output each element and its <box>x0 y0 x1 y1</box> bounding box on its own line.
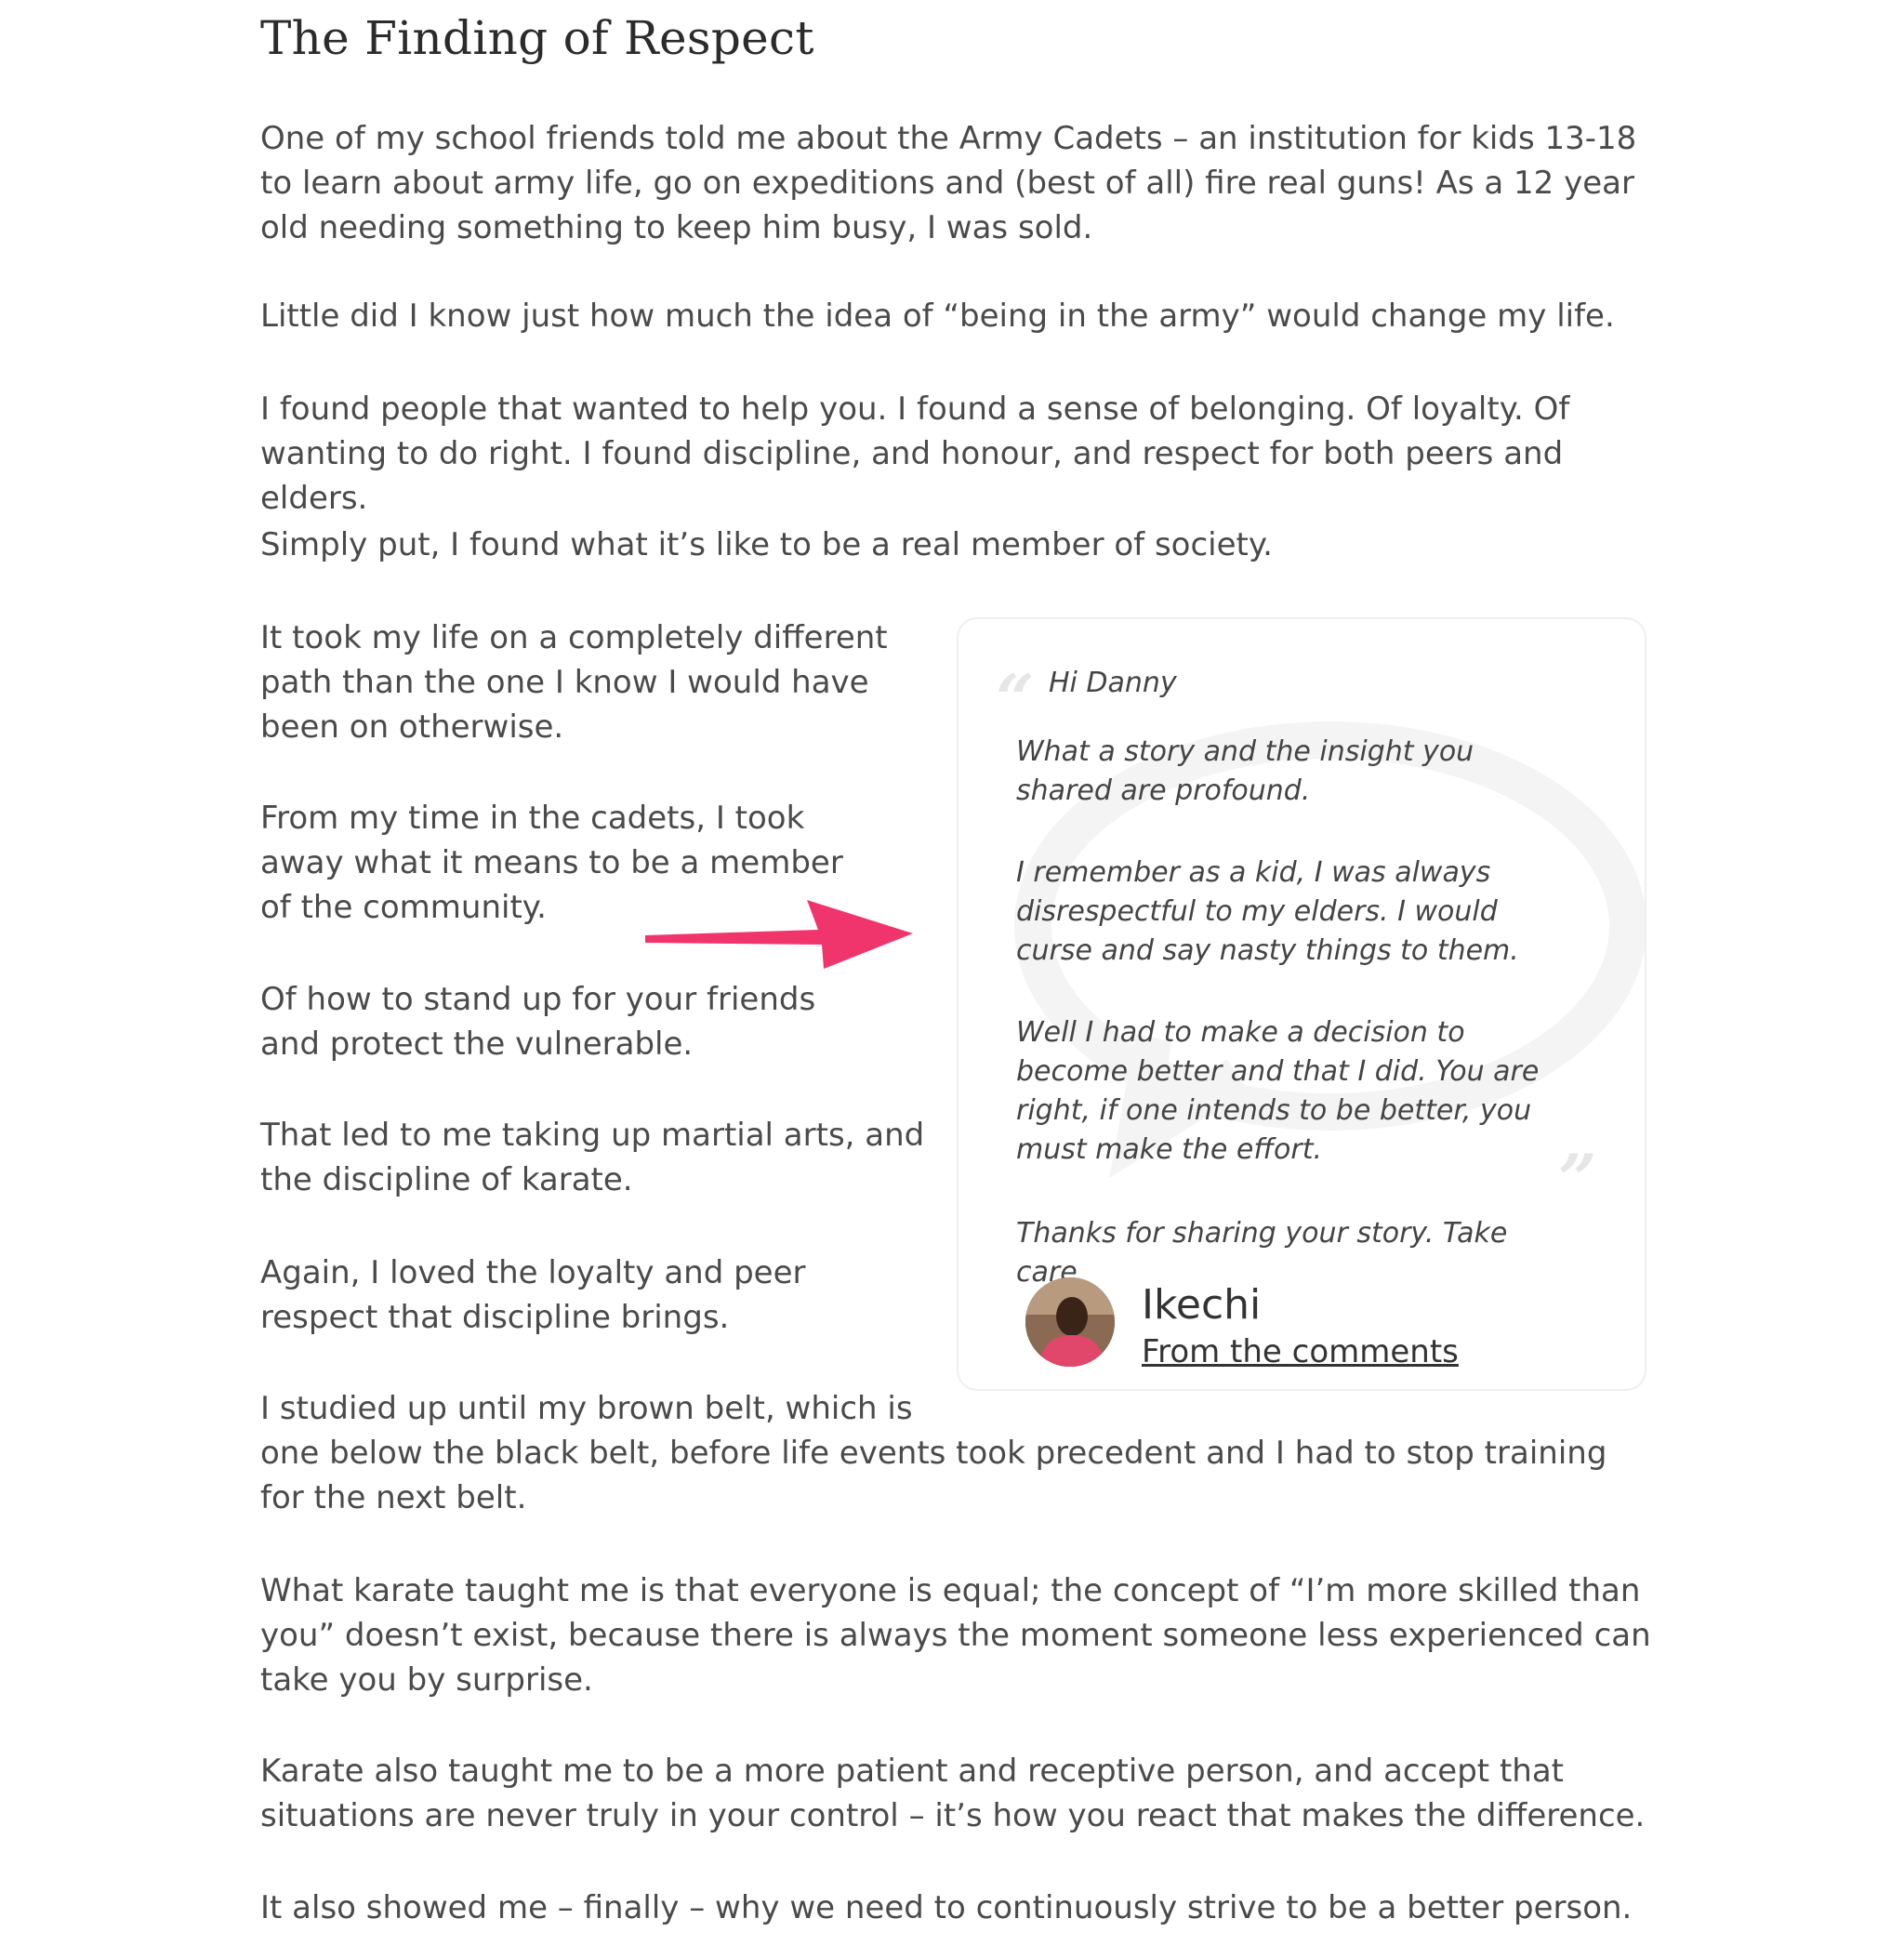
avatar <box>1025 1277 1115 1367</box>
testimonial-author: Ikechi <box>1142 1281 1262 1329</box>
paragraph: It also showed me – finally – why we nee… <box>260 1889 1633 1926</box>
testimonial-text: I remember as a kid, I was always disres… <box>1016 856 1519 967</box>
arrow-right-icon <box>645 900 913 969</box>
paragraph: One of my school friends told me about t… <box>260 120 1637 246</box>
paragraph: What karate taught me is that everyone i… <box>260 1572 1651 1699</box>
quote-icon: “ <box>996 659 1035 738</box>
paragraph: Karate also taught me to be a more patie… <box>260 1753 1646 1834</box>
paragraph: Little did I know just how much the idea… <box>260 298 1615 335</box>
paragraph: Again, I loved the loyalty and peer resp… <box>260 1254 806 1336</box>
paragraph: That led to me taking up martial arts, a… <box>260 1117 925 1198</box>
paragraph-line: one below the black belt, before life ev… <box>260 1435 1607 1516</box>
paragraph: Simply put, I found what it’s like to be… <box>260 526 1273 563</box>
paragraph-line: I studied up until my brown belt, which … <box>260 1390 913 1427</box>
testimonial-text: Well I had to make a decision to become … <box>1016 1016 1540 1166</box>
testimonial-text: Thanks for sharing your story. Take care <box>1016 1217 1508 1289</box>
paragraph: I studied up until my brown belt, which … <box>260 1386 1655 1520</box>
testimonial-greeting: Hi Danny <box>1049 667 1177 699</box>
paragraph: Of how to stand up for your friends and … <box>260 981 816 1063</box>
paragraph: I found people that wanted to help you. … <box>260 390 1570 517</box>
from-comments-link[interactable]: From the comments <box>1142 1333 1459 1370</box>
article-title: The Finding of Respect <box>260 11 814 65</box>
testimonial-text: What a story and the insight you shared … <box>1016 735 1474 807</box>
testimonial-card: “ ” Hi Danny What a story and the insigh… <box>957 617 1646 1391</box>
paragraph: It took my life on a completely differen… <box>260 619 888 746</box>
